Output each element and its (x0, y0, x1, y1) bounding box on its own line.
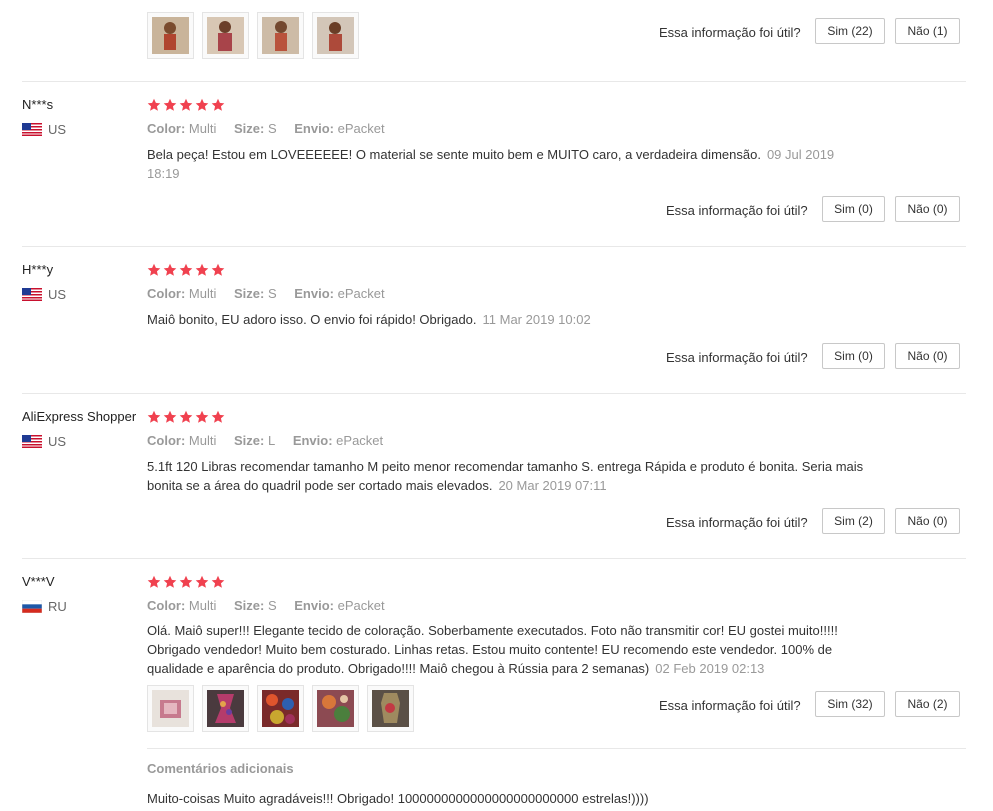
helpful-question: Essa informação foi útil? (666, 203, 808, 218)
star-icon (211, 263, 225, 276)
star-icon (211, 410, 225, 423)
review-text: Olá. Maiô super!!! Elegante tecido de co… (147, 623, 838, 676)
helpful-question: Essa informação foi útil? (666, 350, 808, 365)
us-flag-icon (22, 123, 42, 136)
country-code: US (48, 122, 67, 137)
reviewer-country: US (22, 122, 66, 137)
star-icon (195, 263, 209, 276)
star-rating (147, 263, 225, 277)
order-attributes: Color: Multi Size: L Envio: ePacket (147, 433, 384, 448)
ru-flag-icon (22, 600, 42, 613)
review-photo-thumbnail[interactable] (312, 12, 359, 59)
review-photos (147, 685, 414, 732)
star-rating (147, 575, 225, 589)
review-photo-thumbnail[interactable] (257, 685, 304, 732)
review-text: Bela peça! Estou em LOVEEEEEE! O materia… (147, 147, 835, 181)
helpful-yes-button[interactable]: Sim (2) (822, 508, 885, 534)
review-date: 02 Feb 2019 02:13 (655, 661, 765, 676)
star-icon (179, 410, 193, 423)
review-photo-thumbnail[interactable] (257, 12, 304, 59)
order-attributes: Color: Multi Size: S Envio: ePacket (147, 598, 385, 613)
helpful-no-button[interactable]: Não (0) (895, 196, 960, 222)
review-photo-thumbnail[interactable] (202, 685, 249, 732)
reviewer-name: V***V (22, 574, 55, 589)
helpful-no-button[interactable]: Não (0) (895, 343, 960, 369)
review-divider (22, 81, 966, 82)
review-divider (22, 393, 966, 394)
country-code: RU (48, 599, 67, 614)
star-icon (211, 98, 225, 111)
reviewer-name: N***s (22, 97, 54, 112)
star-icon (179, 575, 193, 588)
helpful-yes-button[interactable]: Sim (32) (815, 691, 885, 717)
review-photo-thumbnail[interactable] (147, 685, 194, 732)
additional-comments-heading: Comentários adicionais (147, 761, 294, 776)
helpful-question: Essa informação foi útil? (659, 698, 801, 713)
reviewer-name: H***y (22, 262, 54, 277)
star-icon (147, 410, 161, 423)
us-flag-icon (22, 288, 42, 301)
country-code: US (48, 287, 67, 302)
additional-comment-text: Muito-coisas Muito agradáveis!!! Obrigad… (147, 791, 649, 806)
order-attributes: Color: Multi Size: S Envio: ePacket (147, 286, 385, 301)
helpful-yes-button[interactable]: Sim (0) (822, 343, 885, 369)
star-icon (147, 263, 161, 276)
star-rating (147, 98, 225, 112)
star-icon (195, 575, 209, 588)
review-photo-thumbnail[interactable] (312, 685, 359, 732)
reviewer-name: AliExpress Shopper (22, 409, 137, 424)
star-icon (195, 410, 209, 423)
review-date: 20 Mar 2019 07:11 (498, 478, 607, 493)
review-divider (22, 558, 966, 559)
country-code: US (48, 434, 67, 449)
reviewer-country: RU (22, 599, 67, 614)
us-flag-icon (22, 435, 42, 448)
star-icon (179, 263, 193, 276)
star-rating (147, 410, 225, 424)
review-text: 5.1ft 120 Libras recomendar tamanho M pe… (147, 459, 864, 493)
star-icon (163, 98, 177, 111)
review-photo-thumbnail[interactable] (367, 685, 414, 732)
reviewer-country: US (22, 287, 66, 302)
review-divider (22, 246, 966, 247)
star-icon (179, 98, 193, 111)
star-icon (211, 575, 225, 588)
helpful-no-button[interactable]: Não (2) (895, 691, 960, 717)
helpful-yes-button[interactable]: Sim (22) (815, 18, 885, 44)
review-date: 11 Mar 2019 10:02 (482, 312, 591, 327)
additional-divider (147, 748, 966, 749)
star-icon (163, 410, 177, 423)
review-text: Maiô bonito, EU adoro isso. O envio foi … (147, 312, 591, 327)
order-attributes: Color: Multi Size: S Envio: ePacket (147, 121, 385, 136)
review-photo-thumbnail[interactable] (147, 12, 194, 59)
star-icon (195, 98, 209, 111)
helpful-no-button[interactable]: Não (0) (895, 508, 960, 534)
helpful-question: Essa informação foi útil? (659, 25, 801, 40)
review-photo-thumbnail[interactable] (202, 12, 249, 59)
helpful-question: Essa informação foi útil? (666, 515, 808, 530)
star-icon (163, 575, 177, 588)
review-photos (147, 12, 359, 59)
helpful-yes-button[interactable]: Sim (0) (822, 196, 885, 222)
helpful-no-button[interactable]: Não (1) (895, 18, 960, 44)
star-icon (147, 98, 161, 111)
reviewer-country: US (22, 434, 66, 449)
star-icon (163, 263, 177, 276)
star-icon (147, 575, 161, 588)
